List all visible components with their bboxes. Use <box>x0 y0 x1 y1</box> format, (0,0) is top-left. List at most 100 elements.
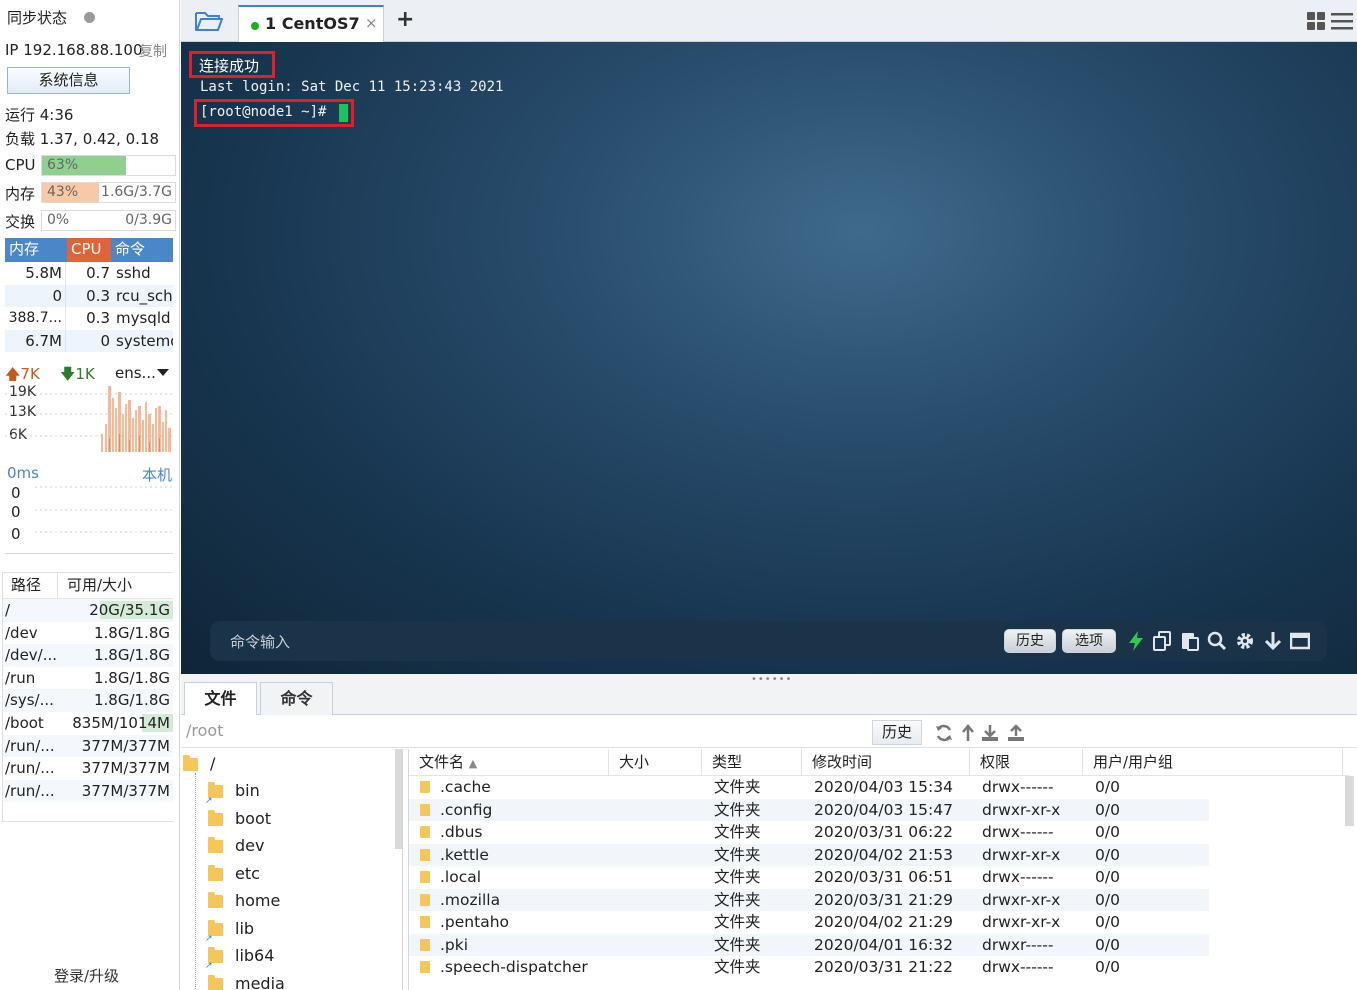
disk-row[interactable]: /run 1.8G/1.8G <box>3 666 173 690</box>
file-type: 文件夹 <box>714 778 761 796</box>
file-row[interactable]: .pki 文件夹 2020/04/01 16:32 drwxr----- 0/0 <box>409 933 1209 956</box>
swap-meter-value: 0/3.9G <box>125 212 172 228</box>
tree-scrollbar[interactable] <box>395 749 402 849</box>
path-history-button[interactable]: 历史 <box>872 720 922 745</box>
file-name: .local <box>440 868 482 886</box>
column-permissions[interactable]: 权限 <box>970 749 1083 776</box>
system-info-button[interactable]: 系统信息 <box>7 67 130 94</box>
folder-icon <box>420 826 430 838</box>
file-name: .cache <box>440 778 491 796</box>
path-input[interactable]: /root <box>186 721 223 740</box>
upload-file-icon[interactable] <box>1006 723 1026 743</box>
column-type[interactable]: 类型 <box>702 749 802 776</box>
file-row[interactable]: .kettle 文件夹 2020/04/02 21:53 drwxr-xr-x 0/0 <box>409 843 1209 866</box>
tab-commands[interactable]: 命令 <box>260 682 333 715</box>
command-options-button[interactable]: 选项 <box>1062 629 1116 653</box>
column-size[interactable]: 大小 <box>609 749 702 776</box>
network-traffic-graph <box>5 386 173 452</box>
refresh-icon[interactable] <box>934 723 954 743</box>
file-row[interactable]: .cache 文件夹 2020/04/03 15:34 drwx------ 0/0 <box>409 776 1209 799</box>
disk-row[interactable]: /dev 1.8G/1.8G <box>3 621 173 645</box>
tab-centos7[interactable]: 1 CentOS7 × <box>238 5 384 42</box>
uptime-label: 运行 4:36 <box>5 106 74 124</box>
folder-icon <box>420 961 430 973</box>
window-icon[interactable] <box>1290 630 1310 652</box>
chevron-down-icon[interactable] <box>157 369 169 376</box>
tab-title: 1 CentOS7 <box>265 14 360 33</box>
file-row[interactable]: .dbus 文件夹 2020/03/31 06:22 drwx------ 0/0 <box>409 821 1209 844</box>
process-row[interactable]: 0 0.3 rcu_sche <box>5 284 173 307</box>
parent-directory-icon[interactable] <box>958 723 978 743</box>
folder-icon <box>420 938 430 951</box>
layout-grid-icon[interactable] <box>1307 12 1325 30</box>
disk-row[interactable]: /run/... 377M/377M <box>3 779 173 803</box>
paste-icon[interactable] <box>1180 630 1200 652</box>
file-owner: 0/0 <box>1095 823 1120 841</box>
folder-open-icon[interactable] <box>194 9 224 33</box>
file-row[interactable]: .mozilla 文件夹 2020/03/31 21:29 drwxr-xr-x 0/0 <box>409 888 1209 911</box>
command-input[interactable]: 命令输入 <box>230 631 290 652</box>
lightning-icon[interactable] <box>1126 630 1146 652</box>
search-icon[interactable] <box>1207 630 1227 652</box>
process-row[interactable]: 6.7M 0 systemd <box>5 329 173 352</box>
download-icon[interactable] <box>1263 630 1283 652</box>
file-row[interactable]: .local 文件夹 2020/03/31 06:51 drwx------ 0/0 <box>409 866 1209 889</box>
swap-meter-label: 交换 <box>5 213 36 231</box>
hamburger-menu-icon[interactable] <box>1331 11 1353 31</box>
process-command: sshd <box>116 264 151 282</box>
tree-item-bin[interactable]: bin <box>205 778 260 814</box>
tree-item-boot[interactable]: boot <box>208 806 271 832</box>
login-upgrade-link[interactable]: 登录/升级 <box>54 965 119 986</box>
tree-item-root[interactable]: / <box>183 751 215 777</box>
file-owner: 0/0 <box>1095 890 1120 909</box>
tree-item-lib[interactable]: lib <box>205 916 254 952</box>
disk-row[interactable]: /dev/... 1.8G/1.8G <box>3 644 173 667</box>
file-modified: 2020/04/03 15:34 <box>814 778 953 796</box>
tree-guide-line <box>195 773 196 990</box>
session-tab-bar: 1 CentOS7 × + <box>181 0 1357 42</box>
process-sort-cpu[interactable]: CPU <box>67 238 111 262</box>
file-owner: 0/0 <box>1095 935 1120 954</box>
process-sort-memory[interactable]: 内存 <box>5 238 67 262</box>
tree-item-lib64[interactable]: lib64 <box>205 943 274 979</box>
file-permissions: drwxr-xr-x <box>982 845 1061 864</box>
file-owner: 0/0 <box>1095 868 1120 886</box>
command-history-button[interactable]: 历史 <box>1004 629 1056 653</box>
folder-icon <box>420 803 430 816</box>
disk-size: 377M/377M <box>81 736 170 755</box>
file-list-scrollbar[interactable] <box>1345 776 1354 826</box>
close-tab-icon[interactable]: × <box>365 14 378 32</box>
process-sort-command[interactable]: 命令 <box>111 238 173 262</box>
column-owner[interactable]: 用户/用户组 <box>1083 749 1343 776</box>
tree-item-home[interactable]: home <box>208 888 280 914</box>
disk-path: / <box>5 601 11 619</box>
file-row[interactable]: .pentaho 文件夹 2020/04/02 21:29 drwxr-xr-x 0/0 <box>409 911 1209 934</box>
download-speed-value: 1K <box>75 365 95 383</box>
tree-item-etc[interactable]: etc <box>208 861 260 887</box>
file-row[interactable]: .config 文件夹 2020/04/03 15:47 drwxr-xr-x 0/0 <box>409 798 1209 821</box>
tab-files[interactable]: 文件 <box>184 682 257 715</box>
tree-item-media[interactable]: media <box>208 971 285 990</box>
add-tab-icon[interactable]: + <box>396 7 414 32</box>
file-permissions: drwx------ <box>982 778 1054 796</box>
process-row[interactable]: 5.8M 0.7 sshd <box>5 262 173 285</box>
folder-icon <box>420 916 430 928</box>
column-modified[interactable]: 修改时间 <box>802 749 970 776</box>
disk-header-path[interactable]: 路径 <box>3 573 58 598</box>
tree-item-dev[interactable]: dev <box>208 833 264 859</box>
gear-icon[interactable] <box>1235 630 1255 652</box>
network-interface-select[interactable]: ens... <box>115 364 156 382</box>
disk-row[interactable]: / 20G/35.1G <box>3 599 173 622</box>
terminal-panel[interactable]: 连接成功 Last login: Sat Dec 11 15:23:43 202… <box>181 42 1357 674</box>
disk-row[interactable]: /sys/... 1.8G/1.8G <box>3 689 173 712</box>
disk-header-size[interactable]: 可用/大小 <box>58 573 132 598</box>
file-row[interactable]: .speech-dispatcher 文件夹 2020/03/31 21:22 drw… <box>409 956 1209 979</box>
disk-row[interactable]: /run/... 377M/377M <box>3 757 173 780</box>
copy-ip-link[interactable]: 复制 <box>139 41 167 61</box>
column-name[interactable]: 文件名 ▲ <box>409 749 609 776</box>
download-file-icon[interactable] <box>980 723 1000 743</box>
disk-row[interactable]: /run/... 377M/377M <box>3 734 173 758</box>
process-row[interactable]: 388.7... 0.3 mysqld <box>5 307 173 330</box>
disk-row[interactable]: /boot 835M/1014M <box>3 711 173 735</box>
copy-icon[interactable] <box>1152 630 1172 652</box>
